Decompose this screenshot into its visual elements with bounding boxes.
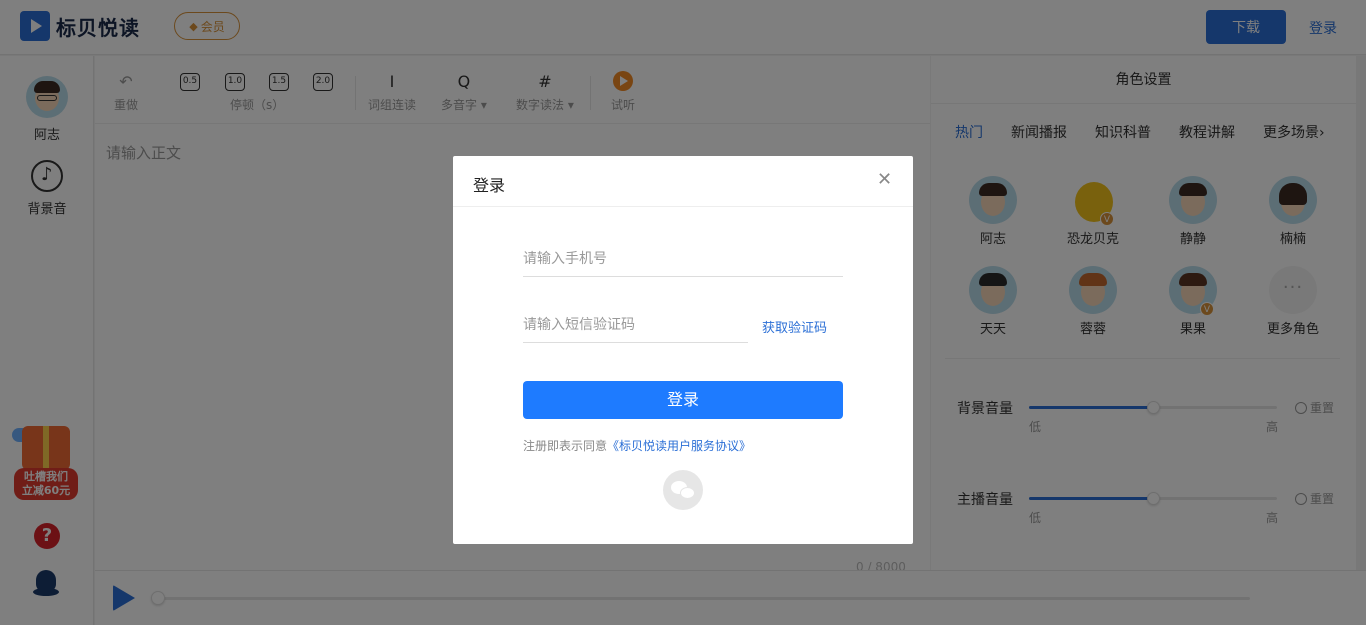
login-submit-button[interactable]: 登录	[523, 381, 843, 419]
get-code-button[interactable]: 获取验证码	[762, 317, 827, 336]
agreement-text: 注册即表示同意《标贝悦读用户服务协议》	[523, 437, 751, 454]
phone-input[interactable]	[523, 241, 843, 276]
sms-code-input[interactable]	[523, 307, 748, 342]
code-field	[523, 307, 748, 343]
close-icon[interactable]: ✕	[877, 170, 892, 190]
wechat-login-icon[interactable]	[663, 470, 703, 510]
login-modal: 登录 ✕ 获取验证码 登录 注册即表示同意《标贝悦读用户服务协议》	[453, 156, 913, 544]
phone-field	[523, 241, 843, 277]
modal-title: 登录	[473, 176, 506, 195]
modal-header: 登录 ✕	[453, 156, 913, 207]
agreement-link[interactable]: 《标贝悦读用户服务协议》	[607, 439, 751, 453]
agreement-prefix: 注册即表示同意	[523, 439, 608, 453]
